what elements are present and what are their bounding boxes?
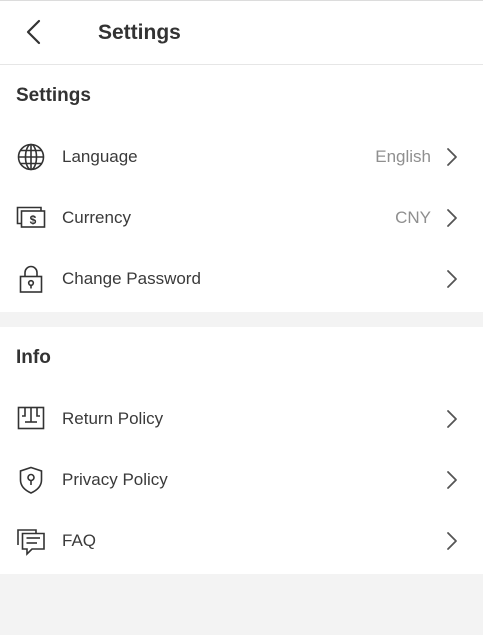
privacy-policy-row[interactable]: Privacy Policy: [0, 449, 483, 510]
currency-row[interactable]: $ Currency CNY: [0, 187, 483, 248]
return-policy-row[interactable]: Return Policy: [0, 388, 483, 449]
chevron-right-icon: [443, 530, 461, 552]
language-label: Language: [62, 147, 138, 166]
currency-label: Currency: [62, 208, 131, 227]
page-title: Settings: [98, 21, 181, 44]
chevron-right-icon: [443, 408, 461, 430]
chevron-left-icon: [20, 15, 48, 49]
chevron-right-icon: [443, 146, 461, 168]
privacy-policy-label: Privacy Policy: [62, 470, 168, 489]
settings-section-title: Settings: [16, 85, 91, 106]
back-button[interactable]: [20, 15, 48, 49]
return-policy-label: Return Policy: [62, 409, 164, 428]
settings-panel: Settings Settings Language English $ Cur…: [0, 0, 483, 635]
svg-text:$: $: [30, 213, 37, 227]
shield-lock-icon: [16, 465, 46, 495]
globe-icon: [16, 142, 46, 172]
chevron-right-icon: [443, 207, 461, 229]
faq-row[interactable]: FAQ: [0, 510, 483, 571]
chevron-right-icon: [443, 469, 461, 491]
lock-icon: [16, 264, 46, 294]
language-row[interactable]: Language English: [0, 126, 483, 187]
info-section-title: Info: [16, 347, 51, 368]
change-password-label: Change Password: [62, 269, 201, 288]
return-box-icon: [16, 404, 46, 434]
language-value: English: [375, 147, 431, 166]
settings-section: Settings Language English $ Currency CNY…: [0, 65, 483, 312]
banknote-icon: $: [16, 203, 46, 233]
chevron-right-icon: [443, 268, 461, 290]
header-bar: Settings: [0, 1, 483, 65]
change-password-row[interactable]: Change Password: [0, 248, 483, 309]
faq-label: FAQ: [62, 531, 97, 550]
chat-bubbles-icon: [16, 526, 46, 556]
app-window: Settings Settings Language English $ Cur…: [0, 0, 498, 635]
info-section: Info Return Policy Privacy Policy FAQ: [0, 327, 483, 574]
currency-value: CNY: [395, 208, 431, 227]
